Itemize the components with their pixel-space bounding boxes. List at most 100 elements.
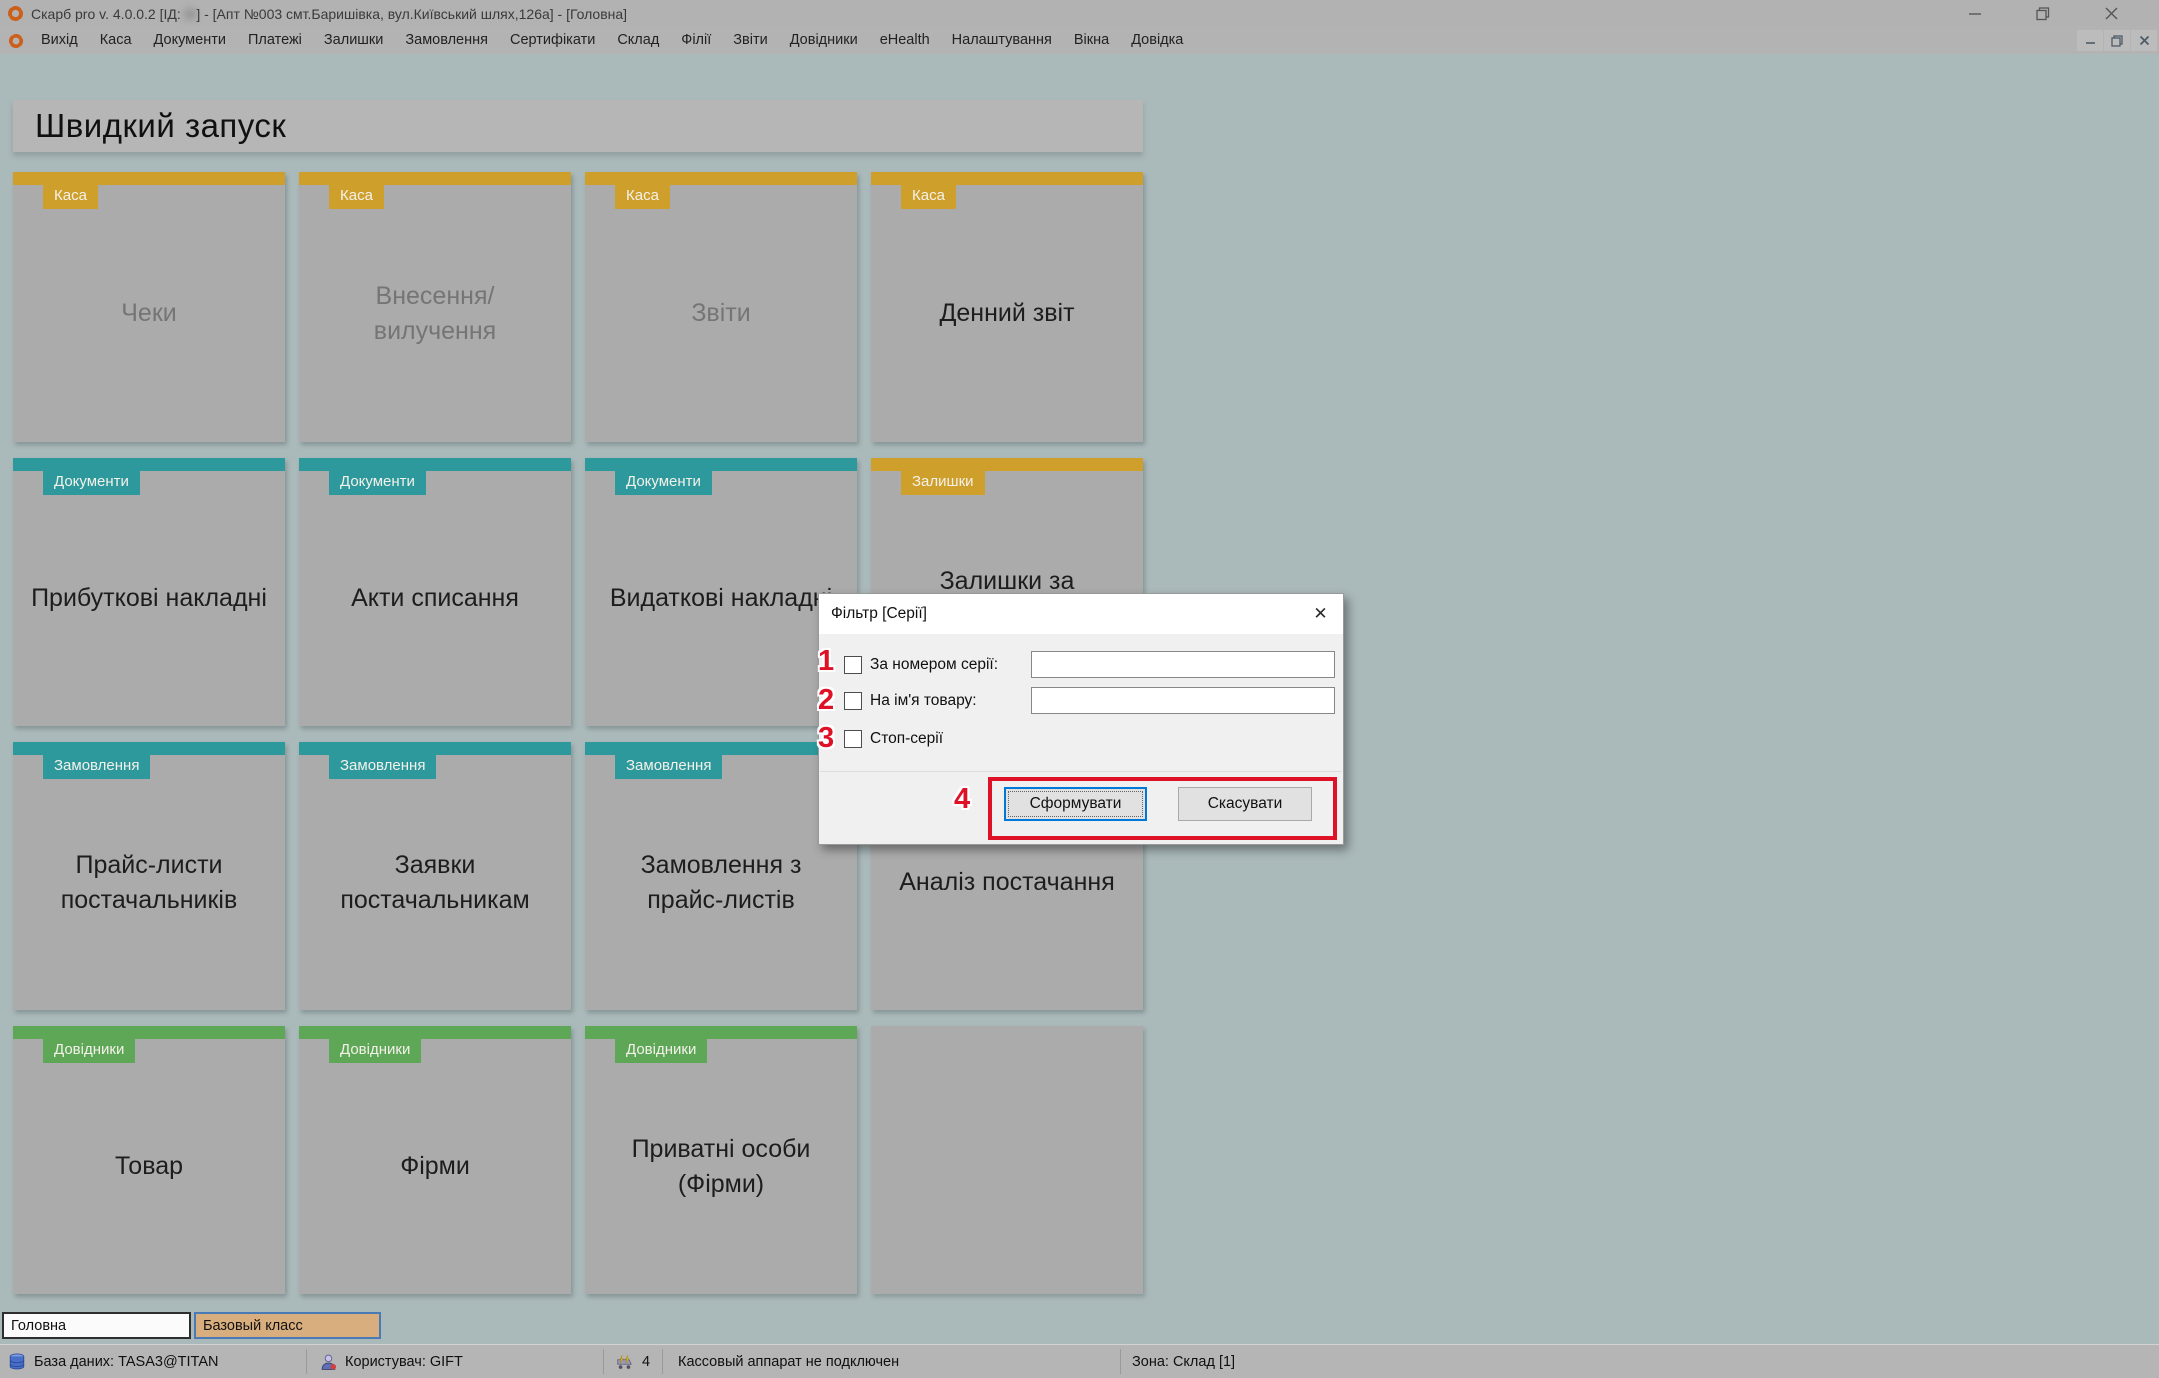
series-number-input[interactable] [1031,651,1335,678]
tile-3[interactable]: Каса Денний звіт [871,172,1143,442]
product-name-input[interactable] [1031,687,1335,714]
menu-item-4[interactable]: Залишки [313,27,394,54]
annotation-3: 3 [818,722,835,754]
annotation-4: 4 [954,783,971,815]
app-logo-icon [8,6,23,21]
statusbar-zone: Зона: Склад [1] [1132,1345,1235,1378]
tile-5[interactable]: Документи Акти списання [299,458,571,726]
tile-12[interactable]: Довідники Товар [13,1026,285,1294]
statusbar-user: Користувач: GIFT [320,1345,463,1378]
tile-label: Заявки постачальникам [340,850,530,914]
close-icon [2105,7,2117,20]
tile-0[interactable]: Каса Чеки [13,172,285,442]
statusbar-database: База даних: TASA3@TITAN [8,1345,219,1378]
restore-button[interactable] [2009,0,2077,27]
tile-label: Прайс-листи постачальників [60,850,238,914]
tile-label: Акти списання [351,584,519,612]
statusbar-separator [603,1349,604,1374]
mdi-system-icon [8,33,24,48]
user-icon [321,1354,337,1370]
tile-label: Товар [114,1152,184,1180]
annotation-2: 2 [818,684,835,716]
database-label: База даних: TASA3@TITAN [34,1353,219,1370]
tile-label: Звіти [691,299,751,327]
mdi-minimize-icon [2085,42,2095,44]
menu-item-13[interactable]: Вікна [1063,27,1120,54]
annotation-box [988,777,1337,840]
statusbar-separator [306,1349,307,1374]
minimize-button[interactable] [1941,0,2009,27]
statusbar-separator [1120,1349,1121,1374]
menu-item-5[interactable]: Замовлення [394,27,499,54]
mdi-restore-button[interactable] [2104,30,2130,51]
tile-category-bar [585,172,857,185]
zone-label: Зона: Склад [1] [1132,1353,1236,1370]
tile-category-bar [13,1026,285,1039]
menu-item-1[interactable]: Каса [89,27,143,54]
dialog-title: Фільтр [Серії] [831,605,927,622]
mdi-close-button[interactable] [2131,30,2157,51]
menu-item-0[interactable]: Вихід [30,27,89,54]
tile-label: Чеки [121,299,177,327]
menu-item-12[interactable]: Налаштування [941,27,1063,54]
dialog-close-icon: ✕ [1313,604,1328,623]
menu-item-11[interactable]: eHealth [869,27,941,54]
cash-status-label: Кассовый аппарат не подключен [678,1353,900,1370]
window-title: Скарб pro v. 4.0.0.2 [ІД: 9!] - [Апт №00… [31,5,628,22]
tab-home[interactable]: Головна [2,1312,191,1339]
tab-base-class[interactable]: Базовый класс [194,1312,381,1339]
menu-item-9[interactable]: Звіти [722,27,778,54]
tile-label: Прибуткові накладні [31,584,267,612]
user-label: Користувач: GIFT [345,1353,463,1370]
tile-label: Фірми [400,1152,470,1180]
tile-category-bar [585,458,857,471]
tile-category-bar [299,172,571,185]
mdi-minimize-button[interactable] [2077,30,2103,51]
tile-label: Приватні особи (Фірми) [631,1134,811,1198]
series-number-label: За номером серії: [870,655,998,673]
tile-label: Замовлення з прайс-листів [640,850,802,914]
minimize-icon [1968,13,1981,15]
series-number-checkbox[interactable] [844,655,862,674]
dialog-close-button[interactable]: ✕ [1298,594,1343,634]
tile-13[interactable]: Довідники Фірми [299,1026,571,1294]
tile-label: Видаткові накладні [609,584,833,612]
menu-item-8[interactable]: Філії [670,27,722,54]
tile-10[interactable]: Замовлення Замовлення з прайс-листів [585,742,857,1010]
menu-item-3[interactable]: Платежі [237,27,313,54]
statusbar-connections: 4 [615,1345,650,1378]
tile-2[interactable]: Каса Звіти [585,172,857,442]
dialog-titlebar: Фільтр [Серії] [819,594,1343,634]
tile-1[interactable]: Каса Внесення/вилучення [299,172,571,442]
tile-8[interactable]: Замовлення Прайс-листи постачальників [13,742,285,1010]
menu-item-10[interactable]: Довідники [779,27,869,54]
tile-category-bar [13,172,285,185]
menu-item-14[interactable]: Довідка [1120,27,1194,54]
tile-category-bar [299,458,571,471]
stop-series-label: Стоп-серії [870,729,944,747]
tile-category-bar [299,1026,571,1039]
tile-category-bar [299,742,571,755]
product-name-checkbox[interactable] [844,691,862,710]
mdi-restore-icon [2111,34,2123,47]
tile-category-bar [585,742,857,755]
redacted-id: 9! [184,5,197,22]
field-row-stop-series: Стоп-серії [844,725,943,752]
close-button[interactable] [2077,0,2145,27]
menu-item-2[interactable]: Документи [143,27,237,54]
product-name-label: На ім'я товару: [870,691,977,709]
tile-label: Внесення/вилучення [373,281,497,345]
connection-count: 4 [642,1353,651,1370]
statusbar-cash-status: Кассовый аппарат не подключен [678,1345,899,1378]
stop-series-checkbox[interactable] [844,729,862,748]
menu-item-7[interactable]: Склад [606,27,670,54]
statusbar-separator [662,1349,663,1374]
page-title: Швидкий запуск [13,100,1143,152]
tile-14[interactable]: Довідники Приватні особи (Фірми) [585,1026,857,1294]
statusbar: База даних: TASA3@TITAN Користувач: GIFT… [0,1344,2159,1378]
tile-4[interactable]: Документи Прибуткові накладні [13,458,285,726]
tile-6[interactable]: Документи Видаткові накладні [585,458,857,726]
menu-item-6[interactable]: Сертифікати [499,27,606,54]
mdi-close-icon [2139,35,2149,46]
tile-9[interactable]: Замовлення Заявки постачальникам [299,742,571,1010]
